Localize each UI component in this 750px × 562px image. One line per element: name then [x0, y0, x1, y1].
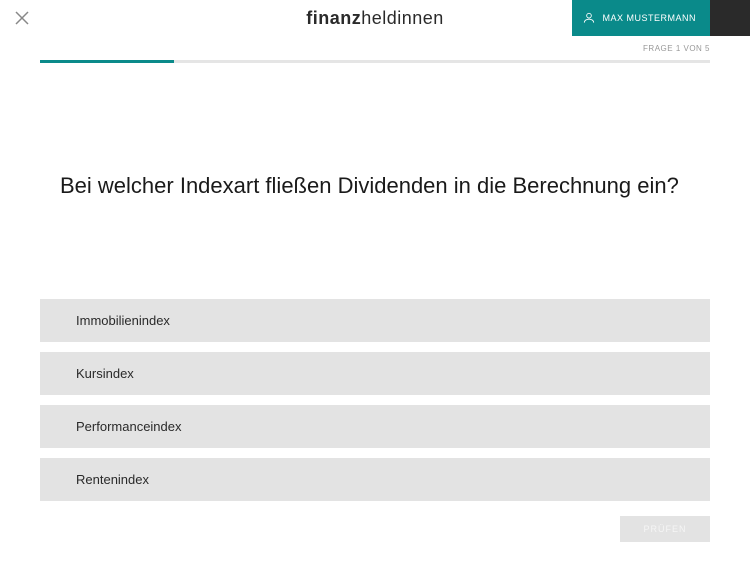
- progress-area: FRAGE 1 VON 5: [0, 36, 750, 63]
- answer-option[interactable]: Kursindex: [40, 352, 710, 395]
- answer-label: Immobilienindex: [76, 313, 170, 328]
- progress-bar: [40, 60, 710, 63]
- header: finanzheldinnen MAX MUSTERMANN: [0, 0, 750, 36]
- answer-label: Rentenindex: [76, 472, 149, 487]
- close-icon[interactable]: [14, 10, 30, 26]
- progress-fill: [40, 60, 174, 63]
- menu-box[interactable]: [710, 0, 750, 36]
- check-button[interactable]: PRÜFEN: [620, 516, 710, 542]
- user-icon: [582, 11, 596, 25]
- answer-option[interactable]: Performanceindex: [40, 405, 710, 448]
- answer-label: Performanceindex: [76, 419, 182, 434]
- user-badge[interactable]: MAX MUSTERMANN: [572, 0, 710, 36]
- logo-light: heldinnen: [361, 8, 444, 28]
- progress-label: FRAGE 1 VON 5: [643, 44, 710, 53]
- answer-option[interactable]: Immobilienindex: [40, 299, 710, 342]
- question-text: Bei welcher Indexart fließen Dividenden …: [40, 173, 710, 199]
- logo-bold: finanz: [306, 8, 361, 28]
- check-button-label: PRÜFEN: [643, 524, 686, 534]
- answer-label: Kursindex: [76, 366, 134, 381]
- answer-option[interactable]: Rentenindex: [40, 458, 710, 501]
- app-logo: finanzheldinnen: [306, 8, 444, 29]
- user-name-label: MAX MUSTERMANN: [602, 13, 696, 23]
- question-area: Bei welcher Indexart fließen Dividenden …: [0, 63, 750, 199]
- answers-list: Immobilienindex Kursindex Performanceind…: [0, 199, 750, 501]
